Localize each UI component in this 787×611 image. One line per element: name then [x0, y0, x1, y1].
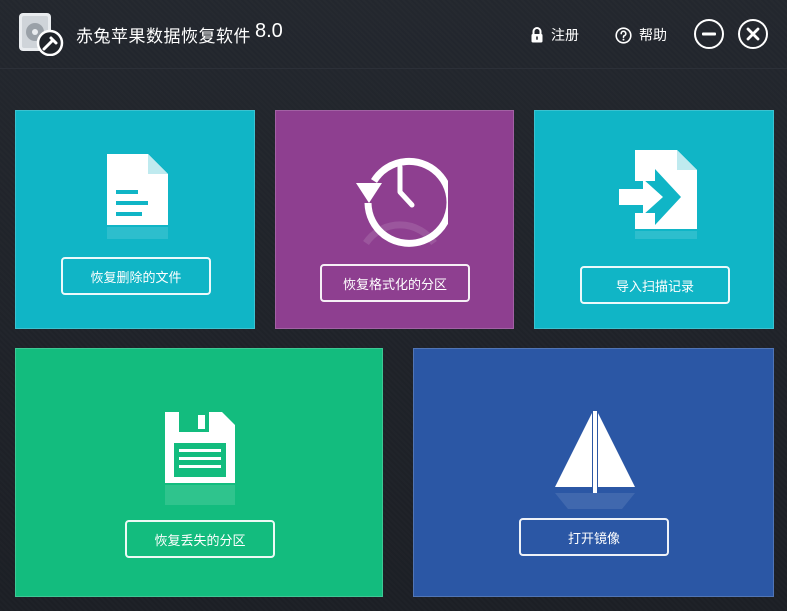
close-button[interactable]	[738, 19, 768, 49]
history-clock-icon	[356, 157, 448, 247]
recover-deleted-button[interactable]: 恢复删除的文件	[61, 257, 211, 295]
import-scan-button[interactable]: 导入扫描记录	[580, 266, 730, 304]
register-link[interactable]: 注册	[530, 24, 579, 46]
app-logo	[19, 13, 64, 56]
close-icon	[746, 27, 760, 41]
register-label: 注册	[551, 28, 579, 44]
title-bar: 赤兔苹果数据恢复软件 8.0 注册 帮助	[0, 0, 787, 69]
document-icon	[107, 154, 168, 239]
import-file-icon	[619, 150, 697, 239]
sail-icon	[555, 411, 635, 509]
help-label: 帮助	[639, 28, 667, 44]
app-version: 8.0	[255, 20, 283, 42]
question-circle-icon	[615, 26, 632, 44]
tile-recover-deleted[interactable]: 恢复删除的文件	[15, 110, 255, 329]
tile-recover-lost-partition[interactable]: 恢复丢失的分区	[15, 348, 383, 597]
recover-lost-partition-button[interactable]: 恢复丢失的分区	[125, 520, 275, 558]
lock-icon	[531, 27, 543, 43]
app-title: 赤兔苹果数据恢复软件	[76, 27, 251, 47]
tile-recover-formatted[interactable]: 恢复格式化的分区	[275, 110, 514, 329]
tile-open-image[interactable]: 打开镜像	[413, 348, 774, 597]
floppy-disk-icon	[165, 412, 235, 505]
help-link[interactable]: 帮助	[615, 24, 667, 46]
minimize-button[interactable]	[694, 19, 724, 49]
open-image-button[interactable]: 打开镜像	[519, 518, 669, 556]
tile-import-scan[interactable]: 导入扫描记录	[534, 110, 774, 329]
recover-formatted-button[interactable]: 恢复格式化的分区	[320, 264, 470, 302]
minimize-icon	[702, 32, 716, 36]
